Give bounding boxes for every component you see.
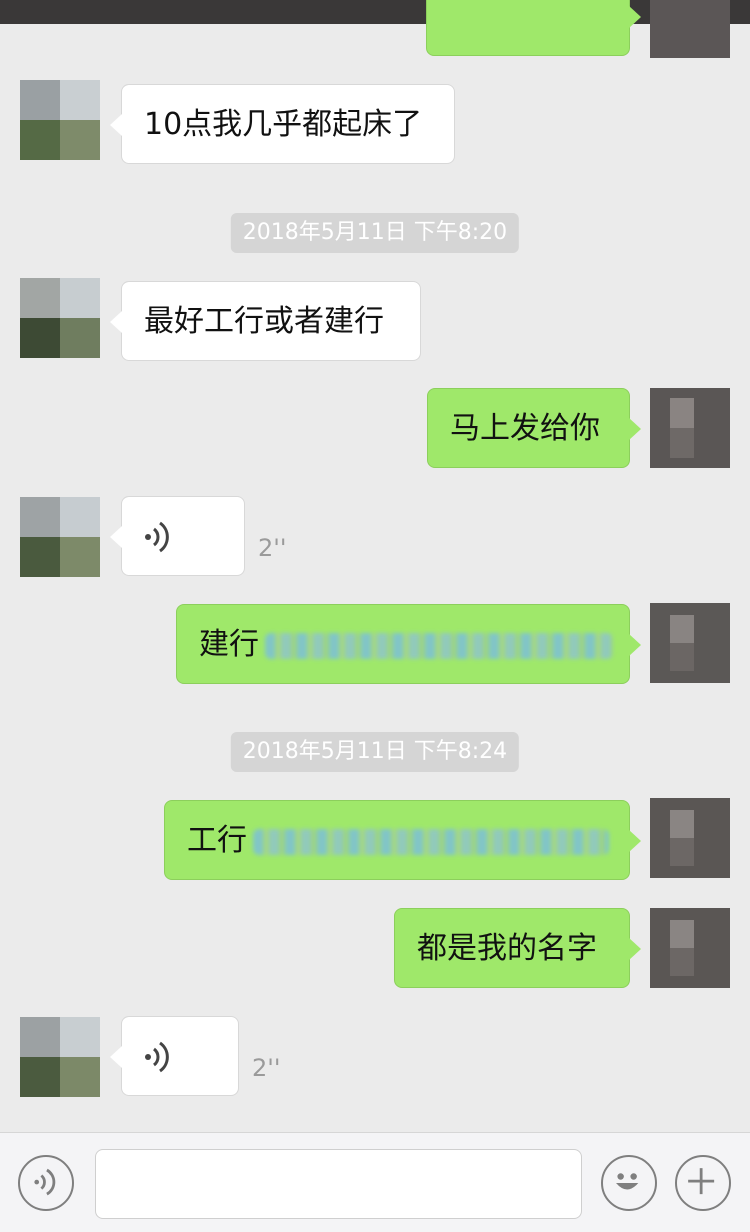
voice-wave-icon (145, 521, 169, 553)
voice-message-bubble[interactable] (110, 1016, 239, 1096)
avatar-contact[interactable] (20, 80, 100, 160)
voice-icon (34, 1168, 56, 1196)
plus-button[interactable] (675, 1155, 731, 1211)
avatar-self[interactable] (650, 908, 730, 988)
message-bubble-incoming[interactable]: 10点我几乎都起床了 (110, 84, 455, 164)
avatar-self[interactable] (650, 388, 730, 468)
avatar-contact[interactable] (20, 1017, 100, 1097)
voice-duration: 2'' (258, 534, 287, 562)
message-input[interactable] (95, 1149, 582, 1219)
avatar-self[interactable] (650, 603, 730, 683)
timestamp: 2018年5月11日 下午8:24 (230, 732, 520, 772)
redacted-account-number (253, 828, 609, 855)
avatar-contact[interactable] (20, 497, 100, 577)
message-bubble-outgoing[interactable]: 工行 (164, 800, 641, 880)
voice-input-button[interactable] (18, 1155, 74, 1211)
plus-icon (688, 1168, 715, 1195)
message-bubble-outgoing[interactable]: 马上发给你 (427, 388, 641, 468)
voice-wave-icon (145, 1041, 169, 1073)
avatar-contact[interactable] (20, 278, 100, 358)
voice-duration: 2'' (252, 1054, 281, 1082)
message-bubble-outgoing[interactable]: 都是我的名字 (394, 908, 641, 988)
emoji-icon (616, 1173, 639, 1190)
avatar-self[interactable] (650, 798, 730, 878)
bank-name-text: 工行 (187, 823, 247, 858)
message-bubble-incoming[interactable]: 最好工行或者建行 (110, 281, 421, 361)
message-bubble-outgoing[interactable]: 建行 (176, 604, 641, 684)
input-toolbar (0, 1132, 750, 1232)
timestamp: 2018年5月11日 下午8:20 (230, 213, 520, 253)
emoji-button[interactable] (601, 1155, 657, 1211)
redacted-account-number (265, 632, 613, 659)
voice-message-bubble[interactable] (110, 496, 245, 576)
bank-name-text: 建行 (199, 627, 259, 662)
avatar-self[interactable] (650, 0, 730, 58)
message-bubble-outgoing-partial[interactable] (426, 0, 641, 56)
